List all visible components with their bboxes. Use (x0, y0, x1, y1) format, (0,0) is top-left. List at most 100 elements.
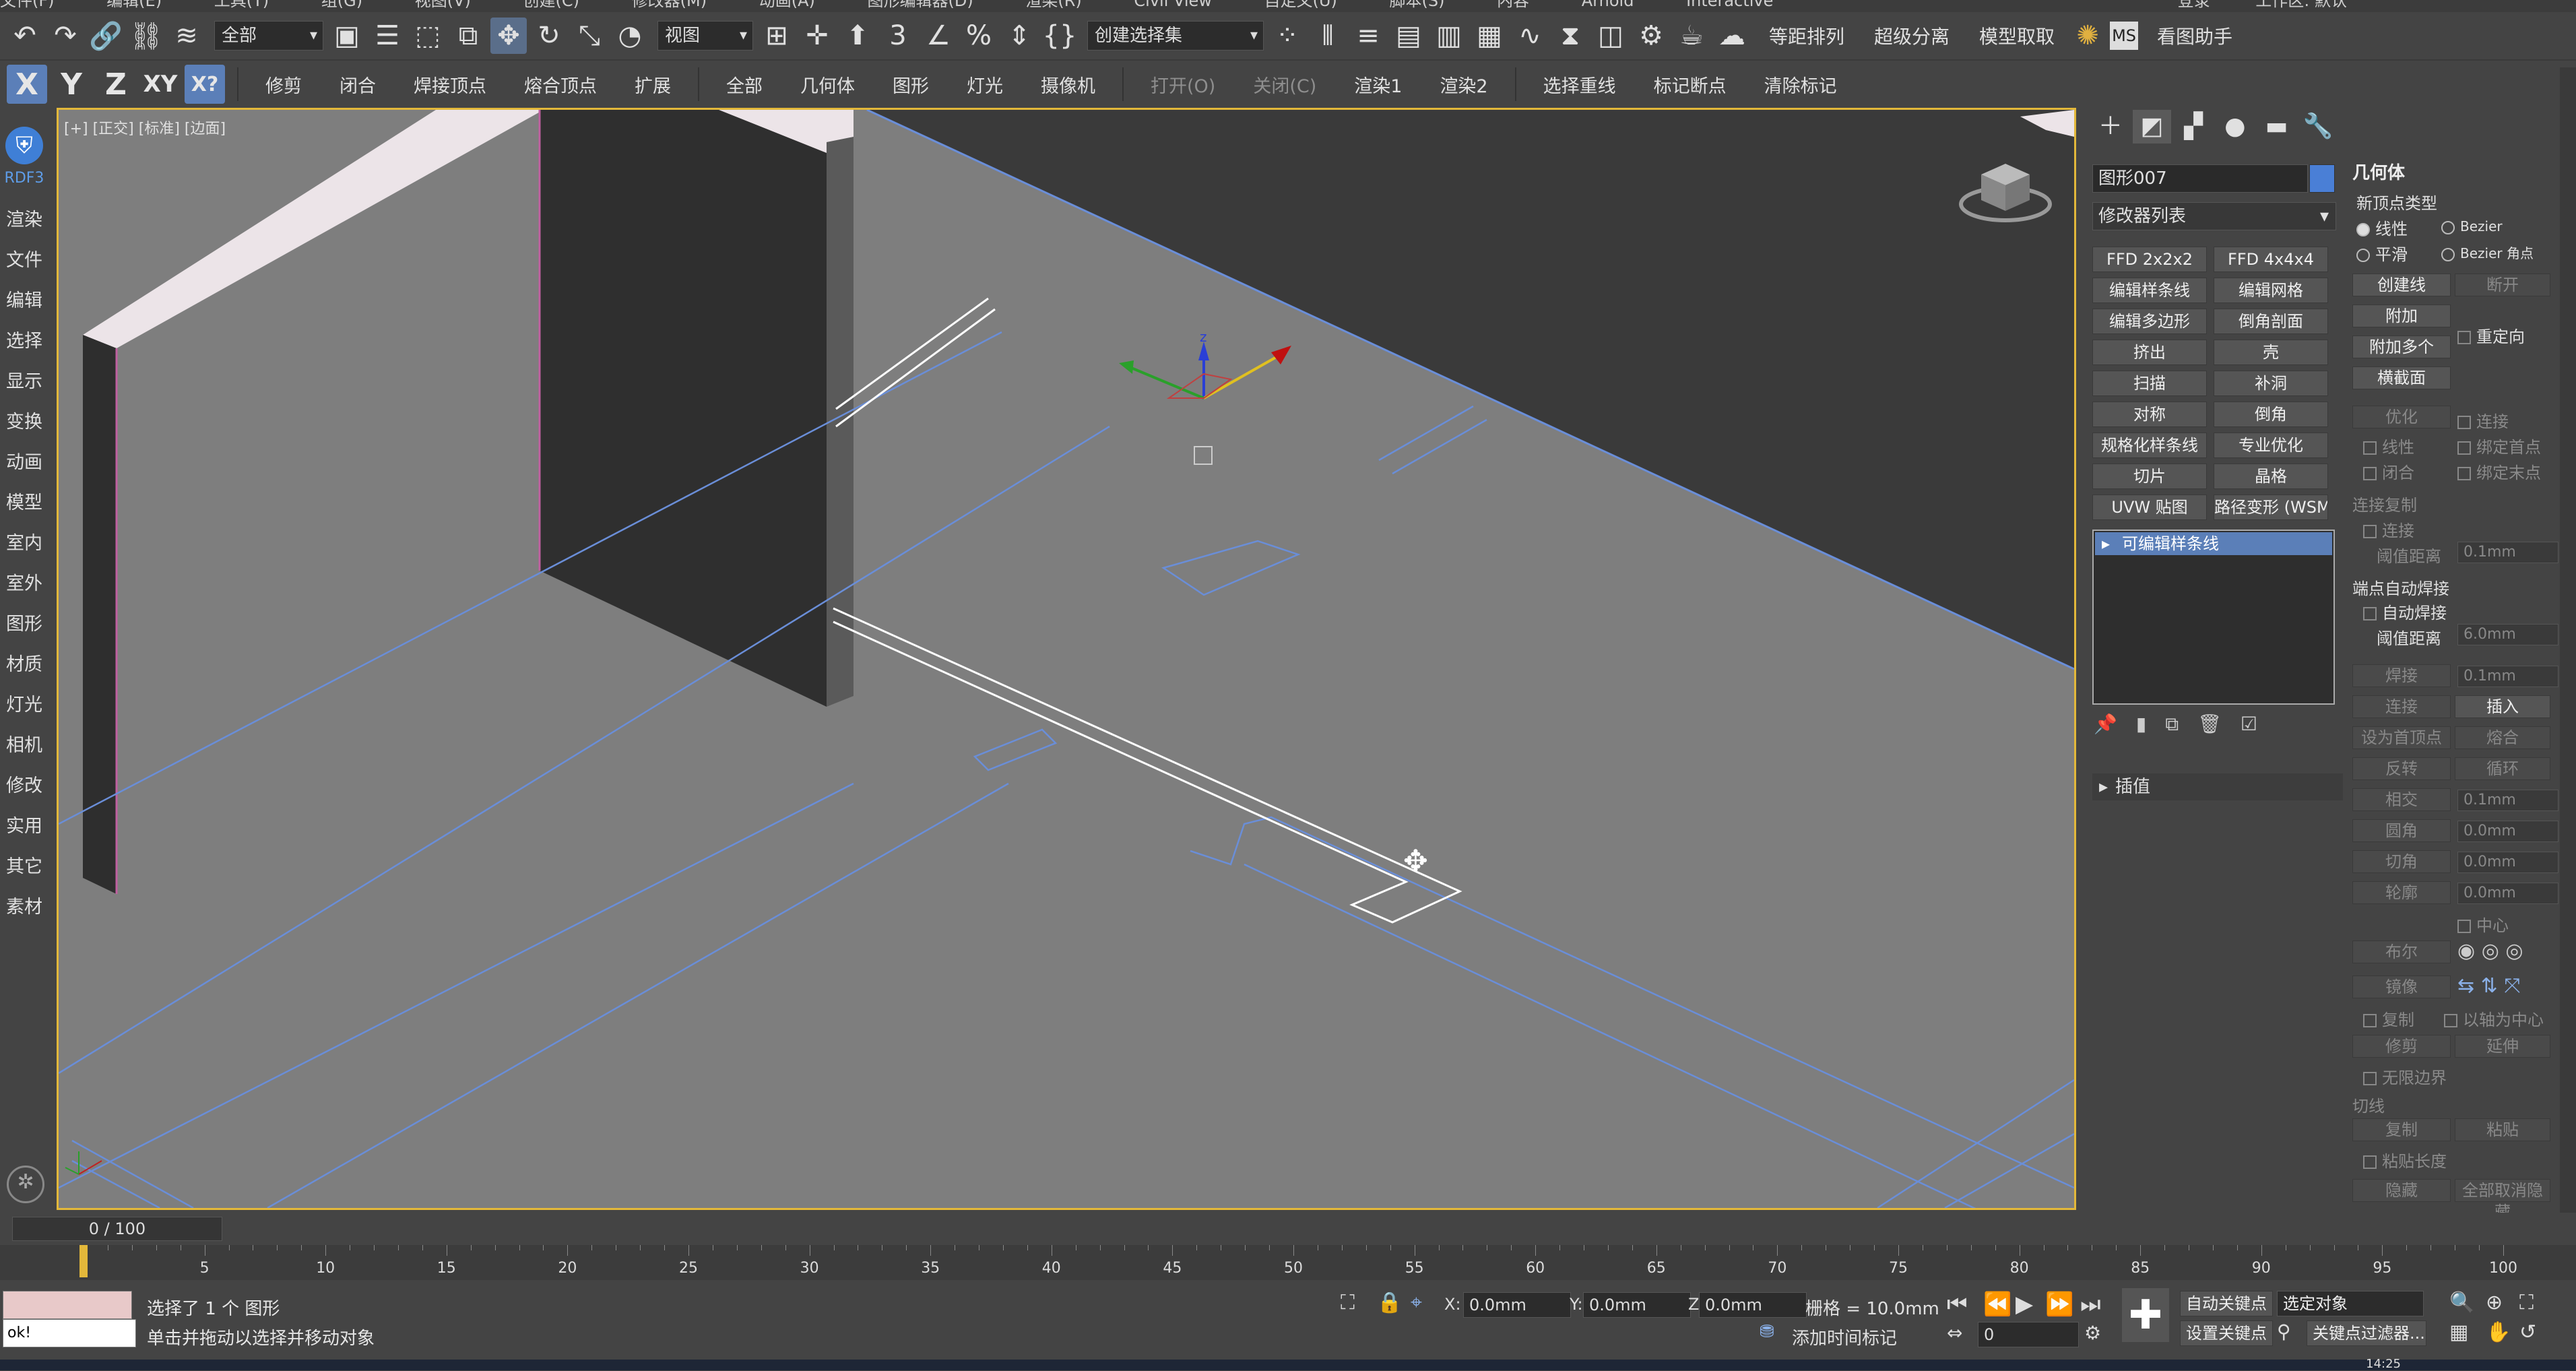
bind-first-checkbox[interactable]: 绑定首点 (2457, 434, 2541, 457)
scene-explorer-icon[interactable]: ▤ (1390, 18, 1427, 54)
filter-geometry-button[interactable]: 几何体 (800, 71, 855, 98)
remove-modifier-icon[interactable]: 🗑 (2197, 713, 2222, 740)
filter-lights-button[interactable]: 灯光 (967, 71, 1003, 98)
curve-editor-icon[interactable]: ∿ (1512, 18, 1548, 54)
infinite-bounds-checkbox[interactable]: 无限边界 (2363, 1064, 2447, 1088)
clear-marks-button[interactable]: 清除标记 (1764, 71, 1837, 98)
render-setup-icon[interactable]: ⚙ (1633, 18, 1669, 54)
menu-modifiers[interactable]: 修改器(M) (632, 0, 707, 9)
redo-icon[interactable]: ↷ (47, 18, 84, 54)
menu-customize[interactable]: 自定义(U) (1264, 0, 1337, 9)
menu-civil-view[interactable]: Civil View (1134, 0, 1212, 9)
bind-last-checkbox[interactable]: 绑定末点 (2457, 459, 2541, 483)
play-icon[interactable]: ▶ (2016, 1291, 2033, 1318)
axis-xy-toggle-icon[interactable]: X? (185, 65, 225, 104)
tangent-copy-button[interactable]: 复制 (2352, 1118, 2451, 1141)
render1-button[interactable]: 渲染1 (1354, 71, 1402, 98)
set-key-button[interactable]: 设置关键点 (2180, 1320, 2273, 1346)
object-color-swatch[interactable] (2309, 164, 2335, 193)
selection-filter-dropdown[interactable]: 全部 (214, 21, 323, 51)
select-by-name-icon[interactable]: ☰ (369, 18, 406, 54)
create-line-button[interactable]: 创建线 (2352, 274, 2451, 296)
threshold2-spinner[interactable]: 6.0mm (2457, 624, 2558, 645)
boolean-button[interactable]: 布尔 (2352, 940, 2451, 963)
tool-super-detach[interactable]: 超级分离 (1874, 22, 1950, 49)
trim-button[interactable]: 修剪 (265, 71, 302, 98)
sidebar-item-utility[interactable]: 实用 (0, 806, 49, 847)
rdf-logo-icon[interactable]: ⛨ (5, 127, 43, 164)
sidebar-item-assets[interactable]: 素材 (0, 887, 49, 928)
y-coord-field[interactable]: 0.0mm (1583, 1292, 1691, 1318)
render-frame-icon[interactable]: ☕ (1673, 18, 1710, 54)
tool-model-fetch[interactable]: 模型取取 (1979, 22, 2055, 49)
z-coord-field[interactable]: 0.0mm (1699, 1292, 1807, 1318)
stack-item-editable-spline[interactable]: 可编辑样条线 (2095, 532, 2332, 555)
symmetry-button[interactable]: 对称 (2092, 402, 2207, 427)
material-editor-icon[interactable]: ◫ (1592, 18, 1629, 54)
zoom-icon[interactable]: 🔍 (2449, 1291, 2474, 1314)
viewport-orthographic[interactable]: z ✥ [+] [正交] [标准] [边面] (57, 108, 2076, 1210)
render2-button[interactable]: 渲染2 (1440, 71, 1487, 98)
pivot-center-icon[interactable]: ⊞ (759, 18, 795, 54)
slice-button[interactable]: 切片 (2092, 464, 2207, 489)
time-tag-icon[interactable]: ⛃ (1760, 1322, 1774, 1342)
radio-linear[interactable]: 线性 (2356, 216, 2408, 239)
sun-gear-icon[interactable]: ✺ (2069, 18, 2106, 54)
menu-arnold[interactable]: Arnold (1582, 0, 1634, 9)
axis-z-button[interactable]: Z (96, 65, 136, 104)
viewport-label[interactable]: [+] [正交] [标准] [边面] (64, 117, 226, 138)
menu-interactive[interactable]: Interactive (1686, 0, 1773, 9)
undo-icon[interactable]: ↶ (7, 18, 43, 54)
close-group-button[interactable]: 关闭(C) (1253, 71, 1316, 98)
motion-tab-icon[interactable]: ● (2216, 110, 2255, 144)
chamfer-spinner[interactable]: 0.0mm (2457, 852, 2558, 873)
break-button[interactable]: 断开 (2455, 274, 2550, 296)
scale-icon[interactable]: ⤡ (571, 18, 608, 54)
mirror-geo-button[interactable]: 镜像 (2352, 976, 2451, 998)
percent-snap-icon[interactable]: % (961, 18, 997, 54)
prev-frame-icon[interactable]: ⏪ (1983, 1291, 2011, 1318)
menu-animation[interactable]: 动画(A) (759, 0, 815, 9)
sidebar-item-modify[interactable]: 修改 (0, 766, 49, 806)
tool-equal-spacing[interactable]: 等距排列 (1769, 22, 1844, 49)
next-frame-icon[interactable]: ⏩ (2045, 1291, 2073, 1318)
radio-bezier-corner[interactable]: Bezier 角点 (2441, 243, 2534, 262)
bevel-profile-button[interactable]: 倒角剖面 (2214, 309, 2328, 334)
rotate-icon[interactable]: ↻ (531, 18, 567, 54)
shell-button[interactable]: 壳 (2214, 340, 2328, 365)
time-config-icon[interactable]: ⚙ (2084, 1322, 2101, 1344)
ffd-4x4x4-button[interactable]: FFD 4x4x4 (2214, 247, 2328, 272)
edit-named-selection-icon[interactable]: {} (1041, 18, 1078, 54)
snap-toggle-icon[interactable]: 3 (880, 18, 916, 54)
select-manipulate-icon[interactable]: ✛ (799, 18, 835, 54)
select-object-icon[interactable]: ▣ (329, 18, 365, 54)
weld-vertex-button[interactable]: 焊接顶点 (414, 71, 486, 98)
sidebar-item-camera[interactable]: 相机 (0, 726, 49, 766)
edit-poly-button[interactable]: 编辑多边形 (2092, 309, 2207, 334)
time-slider[interactable]: 0 / 100 (12, 1217, 222, 1241)
place-icon[interactable]: ◔ (612, 18, 648, 54)
menu-create[interactable]: 创建(C) (523, 0, 579, 9)
move-icon[interactable]: ✥ (490, 18, 527, 54)
center-checkbox[interactable]: 中心 (2457, 912, 2509, 936)
hide-button[interactable]: 隐藏 (2352, 1179, 2451, 1202)
outline-spinner[interactable]: 0.0mm (2457, 883, 2558, 904)
cross-section-button[interactable]: 横截面 (2352, 366, 2451, 389)
filter-cameras-button[interactable]: 摄像机 (1041, 71, 1095, 98)
mirror-mode-icons[interactable]: ⇆ ⇅ ⤧ (2457, 974, 2520, 998)
window-crossing-icon[interactable]: ⧉ (450, 18, 486, 54)
modifier-list-dropdown[interactable]: 修改器列表 (2092, 202, 2336, 230)
connect-checkbox[interactable]: 连接 (2457, 408, 2509, 432)
sidebar-item-interior[interactable]: 室内 (0, 523, 49, 564)
extrude-button[interactable]: 挤出 (2092, 340, 2207, 365)
axis-y-button[interactable]: Y (51, 65, 92, 104)
attach-multiple-button[interactable]: 附加多个 (2352, 336, 2451, 358)
current-frame-marker[interactable] (79, 1245, 88, 1277)
fuse-button[interactable]: 熔合 (2455, 726, 2550, 749)
zoom-all-icon[interactable]: ⊕ (2486, 1291, 2503, 1314)
sidebar-item-file[interactable]: 文件 (0, 241, 49, 281)
select-overlap-button[interactable]: 选择重线 (1543, 71, 1616, 98)
pan-icon[interactable]: ✋ (2486, 1320, 2511, 1344)
go-to-start-icon[interactable]: ⏮ (1947, 1291, 1968, 1318)
menu-rendering[interactable]: 渲染(R) (1025, 0, 1081, 9)
